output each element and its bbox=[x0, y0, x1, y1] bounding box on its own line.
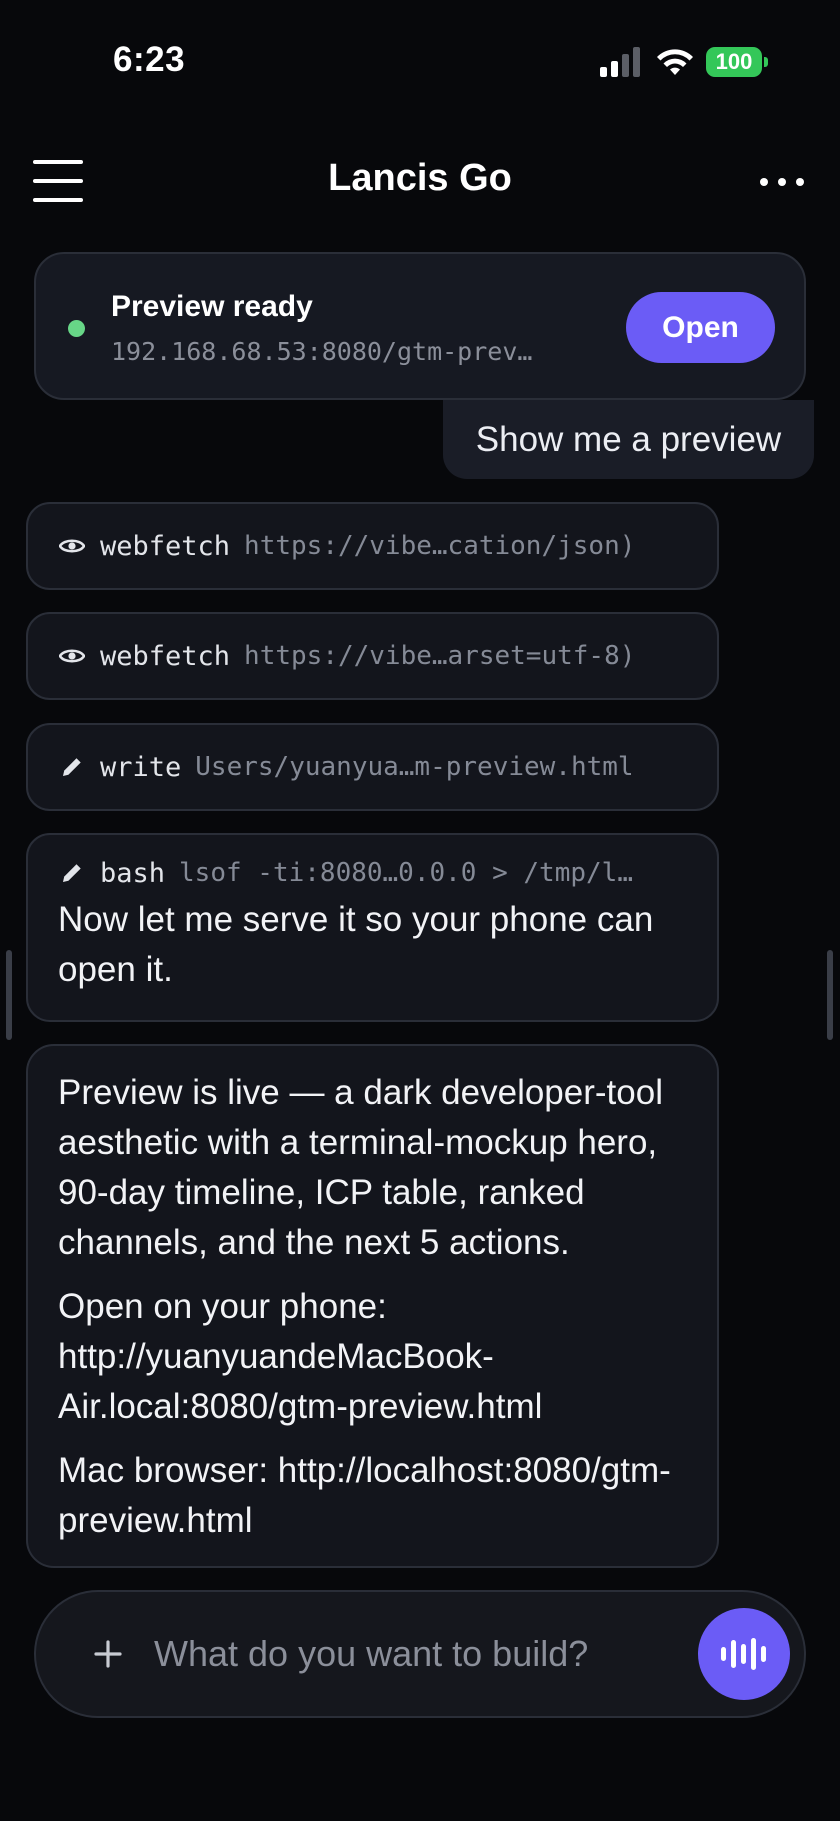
tool-argument: https://vibe…cation/json) bbox=[244, 531, 636, 561]
tool-name: bash bbox=[100, 857, 166, 889]
message-paragraph: Mac browser: http://localhost:8080/gtm-p… bbox=[58, 1451, 671, 1540]
tool-name: write bbox=[100, 751, 182, 783]
tool-argument: Users/yuanyua…m-preview.html bbox=[195, 752, 634, 782]
more-dots-icon[interactable] bbox=[760, 171, 804, 193]
tool-call-bash[interactable]: bash lsof -ti:8080…0.0.0 > /tmp/l… Now l… bbox=[26, 833, 719, 1022]
tool-argument: https://vibe…arset=utf-8) bbox=[244, 641, 636, 671]
scroll-indicator-left bbox=[6, 950, 12, 1040]
tool-call-webfetch[interactable]: webfetch https://vibe…arset=utf-8) bbox=[26, 612, 719, 700]
scroll-indicator-right bbox=[827, 950, 833, 1040]
tool-call-write[interactable]: write Users/yuanyua…m-preview.html bbox=[26, 723, 719, 811]
preview-url: 192.168.68.53:8080/gtm-prev… bbox=[111, 337, 533, 366]
status-time: 6:23 bbox=[113, 40, 186, 79]
preview-status-dot bbox=[68, 320, 85, 337]
message-paragraph: Preview is live — a dark developer-tool … bbox=[58, 1073, 663, 1262]
app-title: Lancis Go bbox=[328, 157, 512, 199]
bash-header: bash lsof -ti:8080…0.0.0 > /tmp/l… bbox=[58, 853, 687, 893]
cellular-signal-icon bbox=[600, 47, 640, 77]
preview-ready-card: Preview ready 192.168.68.53:8080/gtm-pre… bbox=[34, 252, 806, 400]
preview-title: Preview ready bbox=[111, 290, 313, 323]
wifi-icon bbox=[657, 49, 693, 75]
message-paragraph: Open on your phone: http://yuanyuandeMac… bbox=[58, 1287, 543, 1426]
voice-waveform-icon bbox=[721, 1638, 766, 1670]
assistant-message: Preview is live — a dark developer-tool … bbox=[26, 1044, 719, 1568]
tool-name: webfetch bbox=[100, 640, 231, 672]
tool-argument: lsof -ti:8080…0.0.0 > /tmp/l… bbox=[179, 858, 633, 888]
prompt-input[interactable] bbox=[154, 1622, 604, 1686]
battery-icon: 100 bbox=[706, 47, 768, 77]
pencil-icon bbox=[58, 859, 86, 887]
tool-call-webfetch[interactable]: webfetch https://vibe…cation/json) bbox=[26, 502, 719, 590]
composer bbox=[34, 1590, 806, 1718]
user-message-bubble: Show me a preview bbox=[443, 400, 814, 479]
battery-level: 100 bbox=[715, 49, 753, 74]
eye-icon bbox=[58, 642, 86, 670]
pencil-icon bbox=[58, 753, 86, 781]
assistant-text: Now let me serve it so your phone can op… bbox=[58, 900, 654, 989]
plus-icon[interactable] bbox=[86, 1632, 130, 1676]
voice-input-button[interactable] bbox=[698, 1608, 790, 1700]
tool-name: webfetch bbox=[100, 530, 231, 562]
eye-icon bbox=[58, 532, 86, 560]
open-preview-button[interactable]: Open bbox=[626, 292, 775, 363]
status-icons: 100 bbox=[600, 44, 768, 80]
